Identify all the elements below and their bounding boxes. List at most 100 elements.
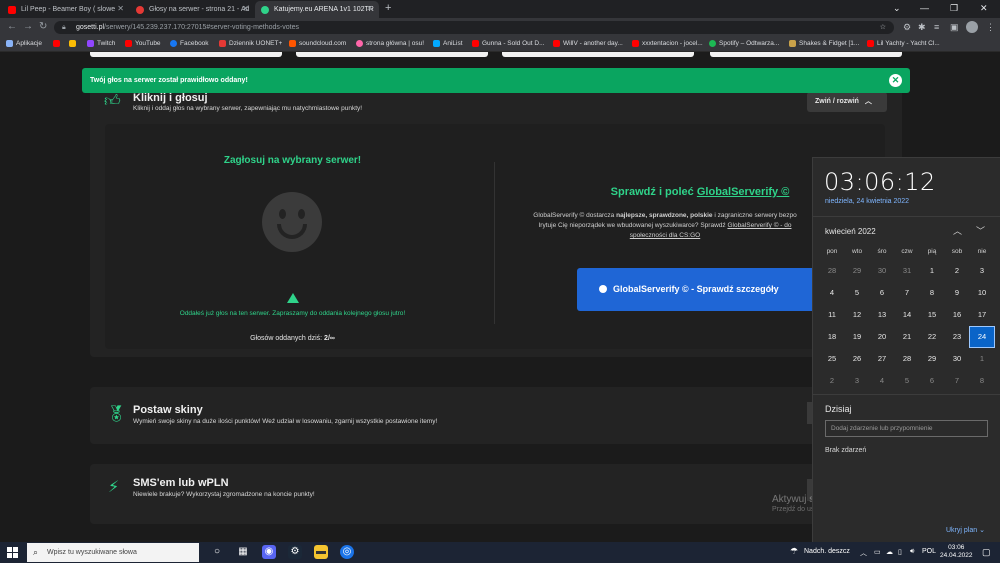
lock-icon[interactable]: 🔒︎ (62, 21, 66, 34)
calendar-day[interactable]: 2 (820, 371, 844, 391)
calendar-day[interactable]: 31 (895, 261, 919, 281)
weather-icon[interactable]: ☂ (790, 546, 798, 557)
full-date-link[interactable]: niedziela, 24 kwietnia 2022 (825, 198, 909, 205)
calendar-day[interactable]: 18 (820, 327, 844, 347)
language-indicator[interactable]: POL (922, 548, 936, 555)
bookmark-twitch[interactable]: Twitch (87, 40, 115, 47)
input-strip[interactable] (710, 52, 902, 57)
calendar-day[interactable]: 19 (845, 327, 869, 347)
calendar-day[interactable]: 6 (920, 371, 944, 391)
discord-icon[interactable]: ◉ (262, 545, 276, 559)
close-icon[interactable]: ✕ (889, 74, 902, 87)
calendar-day[interactable]: 24 (969, 326, 995, 348)
chevron-down-icon[interactable]: ﹀ (976, 224, 985, 237)
battery-icon[interactable]: ▯ (898, 548, 902, 556)
tab-search-icon[interactable]: ⌄ (893, 3, 901, 14)
forward-icon[interactable]: → (23, 21, 33, 32)
calendar-day[interactable]: 30 (870, 261, 894, 281)
calendar-day[interactable]: 7 (895, 283, 919, 303)
calendar-day[interactable]: 8 (920, 283, 944, 303)
bookmark-spotify[interactable]: Spotify – Odtwarza... (709, 40, 779, 47)
address-bar[interactable]: 🔒︎ gosetti.pl/serwery/145.239.237.170:27… (54, 21, 894, 34)
calendar-day[interactable]: 25 (820, 349, 844, 369)
calendar-day[interactable]: 16 (945, 305, 969, 325)
bookmark-youtube[interactable]: YouTube (125, 40, 161, 47)
calendar-day[interactable]: 28 (895, 349, 919, 369)
task-view-icon[interactable]: ○ (210, 545, 224, 559)
calendar-day[interactable]: 10 (970, 283, 994, 303)
reload-icon[interactable]: ↻ (39, 21, 47, 32)
calendar-day[interactable]: 22 (920, 327, 944, 347)
calendar-day[interactable]: 27 (870, 349, 894, 369)
calendar-day[interactable]: 17 (970, 305, 994, 325)
chevron-up-icon[interactable]: ︿ (953, 224, 962, 237)
globalserverify-inline-link[interactable]: GlobalServerify © - do (727, 222, 791, 229)
restore-icon[interactable]: ❐ (950, 3, 958, 14)
bookmark-plus[interactable] (69, 40, 79, 47)
bookmark-soundcloud[interactable]: soundcloud.com (289, 40, 346, 47)
input-strip[interactable] (502, 52, 694, 57)
calendar-day[interactable]: 4 (820, 283, 844, 303)
calendar-day[interactable]: 30 (945, 349, 969, 369)
bookmark-willv[interactable]: WillV - another day... (553, 40, 623, 47)
calendar-day[interactable]: 15 (920, 305, 944, 325)
sidebar-icon[interactable]: ▣ (950, 22, 959, 33)
calendar-day[interactable]: 9 (945, 283, 969, 303)
bookmark-uonet[interactable]: Dziennik UONET+ (219, 40, 282, 47)
close-icon[interactable]: ✕ (117, 4, 124, 13)
weather-text[interactable]: Nadch. deszcz (804, 548, 850, 555)
collapse-expand-button[interactable]: Zwiń / rozwiń ︿ (807, 92, 887, 112)
menu-icon[interactable]: ⋮ (986, 22, 995, 33)
avatar[interactable] (966, 21, 978, 33)
windows-start-icon[interactable] (7, 547, 18, 558)
tab-glosy[interactable]: Głosy na serwer - strona 21 - Ad ✕ (130, 1, 255, 18)
calendar-day[interactable]: 8 (970, 371, 994, 391)
chevron-up-icon[interactable]: ︿ (860, 548, 867, 558)
calendar-day[interactable]: 6 (870, 283, 894, 303)
star-icon[interactable]: ☆ (880, 21, 886, 34)
calendar-day[interactable]: 26 (845, 349, 869, 369)
bookmark-youtube-1[interactable] (53, 40, 63, 47)
chrome-icon[interactable]: ◎ (340, 545, 354, 559)
puzzle-icon[interactable]: ✱ (918, 22, 926, 33)
close-window-icon[interactable]: ✕ (980, 3, 988, 14)
steam-icon[interactable]: ⚙ (288, 545, 302, 559)
tab-lil-peep[interactable]: Lil Peep - Beamer Boy ( slowe ✕ (2, 1, 130, 18)
taskbar-clock[interactable]: 03:06 24.04.2022 (940, 544, 973, 560)
file-explorer-icon[interactable]: ▬ (314, 545, 328, 559)
calendar-day[interactable]: 12 (845, 305, 869, 325)
bookmark-xxxtentacion[interactable]: xxxtentacion - jocel... (632, 40, 703, 47)
bookmark-osu[interactable]: strona główna | osu! (356, 40, 424, 47)
widgets-icon[interactable]: ▦ (236, 545, 250, 559)
input-strip[interactable] (90, 52, 282, 57)
calendar-day[interactable]: 20 (870, 327, 894, 347)
calendar-day[interactable]: 3 (970, 261, 994, 281)
calendar-day[interactable]: 4 (870, 371, 894, 391)
month-label[interactable]: kwiecień 2022 (825, 227, 876, 236)
bookmark-facebook[interactable]: Facebook (170, 40, 209, 47)
event-input[interactable]: Dodaj zdarzenie lub przypomnienie (825, 420, 988, 437)
hide-plan-link[interactable]: Ukryj plan ⌄ (946, 526, 985, 534)
onedrive-icon[interactable]: ☁ (886, 548, 893, 556)
calendar-day[interactable]: 3 (845, 371, 869, 391)
calendar-day[interactable]: 2 (945, 261, 969, 281)
tab-katujemy[interactable]: Katujemy.eu ARENA 1v1 102TR ✕ (255, 1, 379, 18)
new-tab-icon[interactable]: + (385, 2, 391, 14)
back-icon[interactable]: ← (7, 21, 17, 32)
globalserverify-button[interactable]: GlobalServerify © - Sprawdź szczegóły (577, 268, 827, 311)
calendar-day[interactable]: 11 (820, 305, 844, 325)
calendar-day[interactable]: 21 (895, 327, 919, 347)
minimize-icon[interactable]: — (920, 3, 929, 13)
bookmark-shakes[interactable]: Shakes & Fidget [1... (789, 40, 859, 47)
bookmark-gunna[interactable]: Gunna - Sold Out D... (472, 40, 545, 47)
calendar-day[interactable]: 7 (945, 371, 969, 391)
calendar-day[interactable]: 23 (945, 327, 969, 347)
playlist-icon[interactable]: ≡ (934, 22, 939, 32)
globalserverify-link[interactable]: GlobalServerify © (697, 186, 789, 198)
calendar-day[interactable]: 1 (920, 261, 944, 281)
notifications-icon[interactable]: ▢ (982, 547, 991, 558)
volume-icon[interactable]: 🔊︎ (910, 548, 914, 556)
bookmark-lil-yachty[interactable]: Lil Yachty - Yacht Cl... (867, 40, 940, 47)
close-icon[interactable]: ✕ (242, 4, 249, 13)
calendar-day[interactable]: 1 (970, 349, 994, 369)
